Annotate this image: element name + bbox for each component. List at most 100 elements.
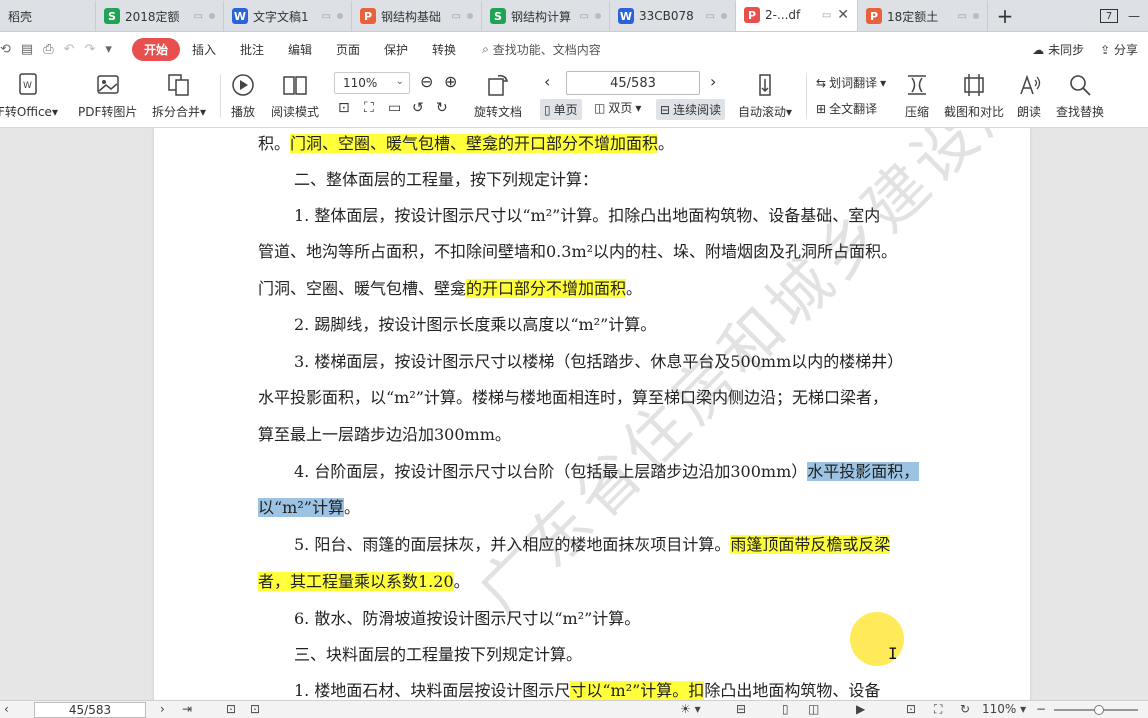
next-page-icon[interactable]: › — [710, 72, 716, 91]
menu-item-6[interactable]: 转换 — [420, 41, 468, 58]
rotate-left-icon[interactable]: ↺ — [412, 100, 424, 116]
pin-icon[interactable]: ▭ — [194, 11, 203, 22]
dropdown-icon[interactable]: ▾ — [105, 42, 112, 57]
tab-6[interactable]: P 2-...df ▭ ✕ — [736, 0, 858, 31]
read-aloud-button[interactable]: 朗读 — [1016, 70, 1042, 120]
zoom-in-icon[interactable]: ⊕ — [444, 72, 457, 91]
fit-status-icon[interactable]: ⊡ — [906, 702, 916, 716]
minimize-icon[interactable]: — — [1128, 9, 1140, 23]
ribbon-toolbar: W F转Office▾ PDF转图片 拆分合并▾ 播放 阅读模式 110% ⌄ … — [0, 66, 1148, 128]
text-segment: 三、块料面层的工程量按下列规定计算。 — [294, 645, 583, 664]
page-number-input[interactable]: 45/583 — [566, 71, 700, 95]
fit-page-icon[interactable]: ⛶ — [364, 100, 374, 116]
pdf-page[interactable]: 广东省住房和城乡建设厅 积。门洞、空圈、暖气包槽、壁龛的开口部分不增加面积。 二、… — [154, 128, 1044, 700]
play-button[interactable]: 播放 — [230, 70, 256, 120]
fullscreen-status-icon[interactable]: ⛶ — [934, 702, 942, 717]
unsaved-dot-icon — [337, 13, 343, 19]
word-translate-button[interactable]: ⇆ 划词翻译 ▾ — [816, 74, 886, 91]
save-icon[interactable]: ▤ — [21, 42, 33, 57]
single-status-icon[interactable]: ▯ — [782, 702, 789, 716]
new-tab-button[interactable]: + — [988, 1, 1022, 31]
search-box[interactable]: ⌕ 查找功能、文档内容 — [482, 41, 601, 58]
text-line: 1. 整体面层，按设计图示尺寸以“m²”计算。扣除凸出地面构筑物、设备基础、室内 — [294, 202, 880, 226]
text-segment: 。 — [343, 498, 360, 517]
close-icon[interactable]: ✕ — [837, 7, 849, 23]
image-icon — [95, 70, 121, 100]
tab-0[interactable]: 稻壳 — [0, 1, 96, 31]
prev-page-icon[interactable]: ‹ — [544, 72, 550, 91]
pin-icon[interactable]: ▭ — [322, 11, 331, 22]
tab-7[interactable]: P 18定额土 ▭ — [858, 1, 988, 31]
pin-icon[interactable]: ▭ — [580, 11, 589, 22]
read-mode-button[interactable]: 阅读模式 — [271, 70, 319, 120]
open-icon[interactable]: ⟲ — [0, 42, 11, 57]
pin-icon[interactable]: ▭ — [958, 11, 967, 22]
prev-icon[interactable]: ‹ — [4, 702, 9, 716]
document-area[interactable]: 广东省住房和城乡建设厅 积。门洞、空圈、暖气包槽、壁龛的开口部分不增加面积。 二、… — [0, 128, 1148, 700]
text-line: 三、块料面层的工程量按下列规定计算。 — [294, 641, 582, 665]
menu-item-0[interactable]: 开始 — [131, 37, 180, 61]
back-icon[interactable]: ⊡ — [226, 702, 236, 716]
double-status-icon[interactable]: ◫ — [808, 702, 819, 716]
text-segment: 6. 散水、防滑坡道按设计图示尺寸以“m²”计算。 — [294, 609, 641, 628]
window-badge[interactable]: 7 — [1100, 9, 1118, 23]
pdf-to-image-button[interactable]: PDF转图片 — [78, 70, 137, 120]
menu-item-1[interactable]: 插入 — [180, 41, 228, 58]
full-translate-button[interactable]: ⊞ 全文翻译 — [816, 100, 877, 117]
zoom-slider[interactable] — [1054, 705, 1138, 715]
status-bar: ‹ 45/583 › ⇥ ⊡ ⊡ ☀ ▾ ⊟ ▯ ◫ ▶ ⊡ ⛶ ↻ 110% … — [0, 700, 1148, 718]
page-number-value: 45/583 — [610, 75, 656, 91]
rotate-status-icon[interactable]: ↻ — [960, 702, 970, 716]
text-segment: 4. 台阶面层，按设计图示尺寸以台阶（包括最上层踏步边沿加300mm） — [294, 462, 808, 481]
tab-controls: ▭ — [702, 11, 727, 22]
actual-size-icon[interactable]: ⊡ — [338, 100, 350, 116]
text-segment: 水平投影面积，以“m²”计算。楼梯与楼地面相连时，算至梯口梁内侧边沿；无梯口梁者… — [258, 388, 888, 407]
eye-protect-icon[interactable]: ☀ ▾ — [680, 702, 701, 716]
screenshot-compare-button[interactable]: 截图和对比 — [944, 70, 1004, 120]
menu-item-4[interactable]: 页面 — [324, 41, 372, 58]
zoom-minus-icon[interactable]: − — [1036, 702, 1046, 716]
menu-item-2[interactable]: 批注 — [228, 41, 276, 58]
find-replace-button[interactable]: 查找替换 — [1056, 70, 1104, 120]
autoscroll-button[interactable]: 自动滚动▾ — [738, 70, 792, 120]
text-line: 以“m²”计算。 — [258, 494, 360, 518]
pin-icon[interactable]: ▭ — [452, 11, 461, 22]
text-line: 3. 楼梯面层，按设计图示尺寸以楼梯（包括踏步、休息平台及500mm以内的楼梯井… — [294, 348, 903, 372]
next-icon[interactable]: › — [160, 702, 165, 716]
double-page-button[interactable]: ◫ 双页 ▾ — [594, 99, 641, 116]
tab-4[interactable]: S 钢结构计算 ▭ — [482, 1, 610, 31]
zoom-out-icon[interactable]: ⊖ — [420, 72, 433, 91]
split-merge-button[interactable]: 拆分合并▾ — [152, 70, 206, 120]
pdf-to-office-button[interactable]: W F转Office▾ — [0, 70, 58, 120]
undo-icon[interactable]: ↶ — [64, 42, 75, 57]
pin-icon[interactable]: ▭ — [706, 11, 715, 22]
single-page-button[interactable]: ▯ 单页 — [540, 99, 582, 120]
print-icon[interactable]: ⎙ — [43, 42, 53, 57]
sync-button[interactable]: ☁ 未同步 — [1032, 41, 1084, 58]
zoom-select[interactable]: 110% ⌄ — [334, 72, 410, 94]
continuous-status-icon[interactable]: ⊟ — [736, 702, 746, 716]
status-page-input[interactable]: 45/583 — [34, 702, 146, 718]
status-zoom[interactable]: 110% ▾ — [982, 702, 1026, 716]
compress-button[interactable]: 压缩 — [904, 70, 930, 120]
rotate-document-button[interactable]: 旋转文档 — [474, 70, 522, 120]
rotate-right-icon[interactable]: ↻ — [436, 100, 448, 116]
play-status-icon[interactable]: ▶ — [856, 702, 865, 716]
share-button[interactable]: ⇪ 分享 — [1100, 41, 1138, 58]
menu-item-3[interactable]: 编辑 — [276, 41, 324, 58]
tab-bar: 稻壳 S 2018定额 ▭ W 文字文稿1 ▭ P 钢结构基础 ▭ S 钢结构计算 ▭ W 33CB078 ▭… — [0, 0, 1148, 32]
menu-item-5[interactable]: 保护 — [372, 41, 420, 58]
tab-3[interactable]: P 钢结构基础 ▭ — [352, 1, 482, 31]
tab-5[interactable]: W 33CB078 ▭ — [610, 1, 736, 31]
tab-1[interactable]: S 2018定额 ▭ — [96, 1, 224, 31]
fit-width-icon[interactable]: ▭ — [388, 100, 401, 116]
continuous-read-button[interactable]: ⊟ 连续阅读 — [656, 99, 726, 120]
last-page-icon[interactable]: ⇥ — [182, 702, 192, 716]
text-line: 4. 台阶面层，按设计图示尺寸以台阶（包括最上层踏步边沿加300mm）水平投影面… — [294, 458, 920, 482]
redo-icon[interactable]: ↷ — [85, 42, 96, 57]
text-line: 算至最上一层踏步边沿加300mm。 — [258, 421, 511, 445]
pin-icon[interactable]: ▭ — [822, 10, 831, 21]
forward-icon[interactable]: ⊡ — [250, 702, 260, 716]
tab-2[interactable]: W 文字文稿1 ▭ — [224, 1, 352, 31]
zoom-slider-knob[interactable] — [1094, 705, 1104, 715]
